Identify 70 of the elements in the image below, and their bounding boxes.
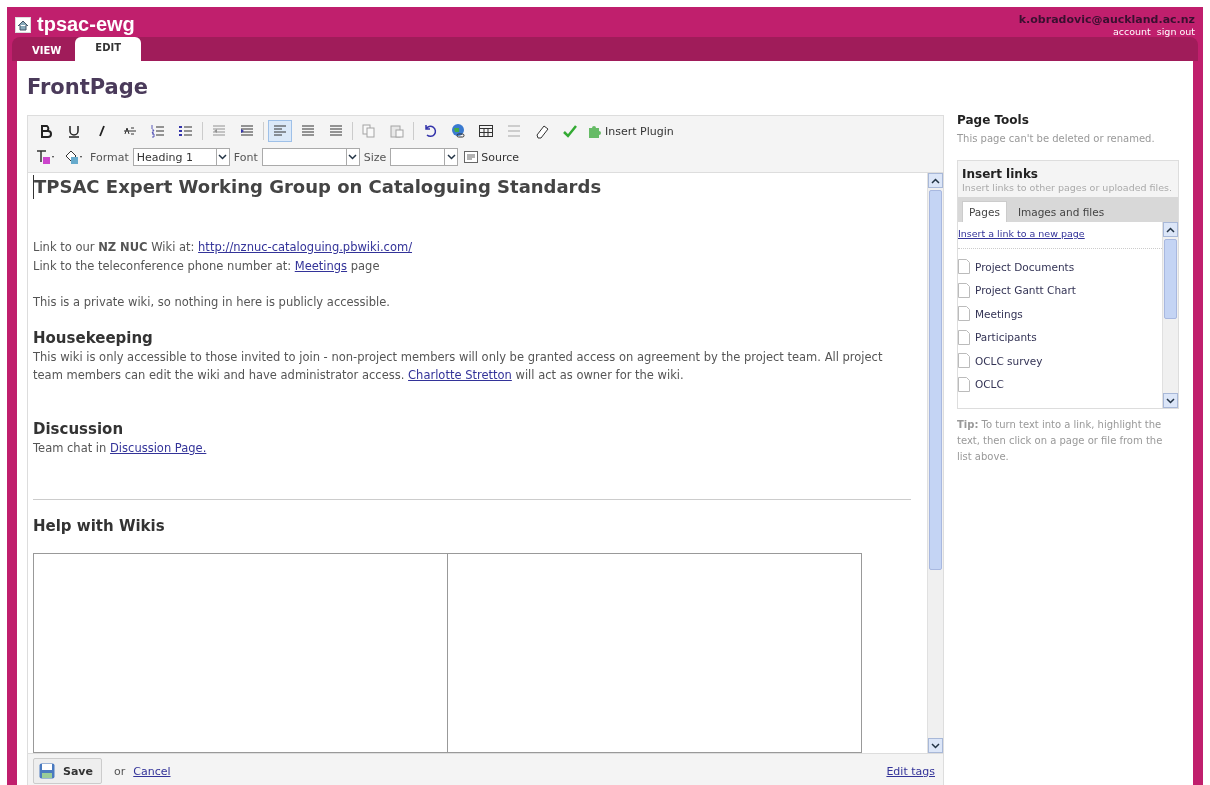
text-link[interactable]: Meetings [294, 258, 348, 273]
header-link[interactable]: sign out [1156, 26, 1195, 37]
home-icon[interactable] [15, 16, 31, 33]
page-list-item[interactable]: Project Documents [975, 260, 1075, 273]
copy-icon [361, 123, 377, 139]
bold-icon [38, 123, 54, 139]
panel-title: Insert links [961, 166, 1039, 181]
font-dropdown[interactable] [261, 148, 360, 166]
globe-link-icon [450, 123, 466, 139]
puzzle-icon [588, 124, 602, 138]
underline-icon [66, 123, 82, 139]
size-dropdown[interactable] [390, 148, 459, 166]
page-list-item[interactable]: Participants [975, 331, 1037, 344]
scrollbar[interactable] [1162, 222, 1178, 408]
outdent-icon [211, 123, 227, 139]
numbered-list-icon [150, 123, 166, 139]
bulleted-list-icon [178, 123, 194, 139]
text-link[interactable]: http://nznuc-cataloguing.pbwiki.com/ [198, 240, 412, 254]
panel-tab[interactable]: Pages [962, 201, 1007, 222]
user-email: k.obradovic@auckland.ac.nz [1018, 13, 1195, 26]
edit-tags-link[interactable]: Edit tags [886, 764, 935, 778]
panel-tab[interactable]: Images and files [1010, 201, 1112, 222]
save-button[interactable]: Save [33, 758, 102, 784]
page-list-item[interactable]: OCLC [975, 378, 1004, 391]
paragraph: This wiki is only accessible to those invited to join - non-project members will only be granted access on agreement by the project team. All project team members can edit the wiki and have administrator access. Charlotte Stretton will act as owner for the wiki. [33, 348, 884, 384]
format-label: Format [90, 150, 129, 164]
table-icon [478, 123, 494, 139]
new-page-link[interactable]: Insert a link to a new page [958, 228, 1162, 239]
scrollbar[interactable] [927, 173, 943, 753]
paste-icon [389, 123, 405, 139]
page-tab[interactable]: EDIT [75, 37, 141, 61]
spellcheck-icon [562, 123, 578, 139]
page-list-item[interactable]: Project Gantt Chart [975, 284, 1076, 297]
or-text: or [114, 764, 126, 778]
section-heading: Housekeeping [33, 327, 154, 348]
insert-plugin-button[interactable]: Insert Plugin [586, 124, 676, 138]
format-dropdown[interactable]: Heading 1 [132, 148, 230, 166]
site-title[interactable]: tpsac-ewg [37, 13, 135, 36]
cancel-link[interactable]: Cancel [133, 764, 171, 778]
text-link[interactable]: Charlotte Stretton [408, 368, 512, 382]
paragraph: This is a private wiki, so nothing in here is publicly accessible. [33, 294, 391, 311]
page-list-item[interactable]: OCLC survey [975, 354, 1043, 367]
page-tab[interactable]: VIEW [22, 43, 72, 61]
size-label: Size [363, 150, 387, 164]
paragraph: Link to our NZ NUC Wiki at: http://nznuc-cataloguing.pbwiki.com/ [33, 239, 413, 256]
paint-bucket-icon [64, 149, 84, 165]
page-title: FrontPage [27, 75, 150, 99]
eraser-icon [534, 123, 550, 139]
sidebar-title: Page Tools [957, 113, 1030, 127]
page-list-item[interactable]: Meetings [975, 307, 1023, 320]
text-link[interactable]: Discussion Page. [110, 440, 207, 455]
align-center-icon [300, 123, 316, 139]
font-label: Font [233, 150, 258, 164]
sidebar-note: This page can't be deleted or renamed. [957, 133, 1156, 144]
document-heading: TPSAC Expert Working Group on Cataloguing Standards [33, 175, 911, 199]
indent-icon [239, 123, 255, 139]
document-icon [464, 151, 479, 163]
section-heading: Help with Wikis [33, 516, 166, 536]
align-left-icon [272, 123, 288, 139]
section-heading: Discussion [33, 418, 125, 439]
paragraph: Link to the teleconference phone number at: Meetings page [33, 257, 381, 275]
tip-text: Tip: To turn text into a link, highlight the text, then click on a page or file from the list above. [957, 418, 1164, 464]
text-color-icon [36, 149, 56, 165]
undo-icon [422, 123, 438, 139]
align-right-icon [328, 123, 344, 139]
panel-subtitle: Insert links to other pages or uploaded files. [961, 181, 1174, 195]
source-button[interactable]: Source [462, 150, 522, 164]
paragraph: Team chat in Discussion Page. [33, 439, 208, 457]
horizontal-rule-icon [506, 123, 522, 139]
header-link[interactable]: account [1112, 26, 1151, 37]
